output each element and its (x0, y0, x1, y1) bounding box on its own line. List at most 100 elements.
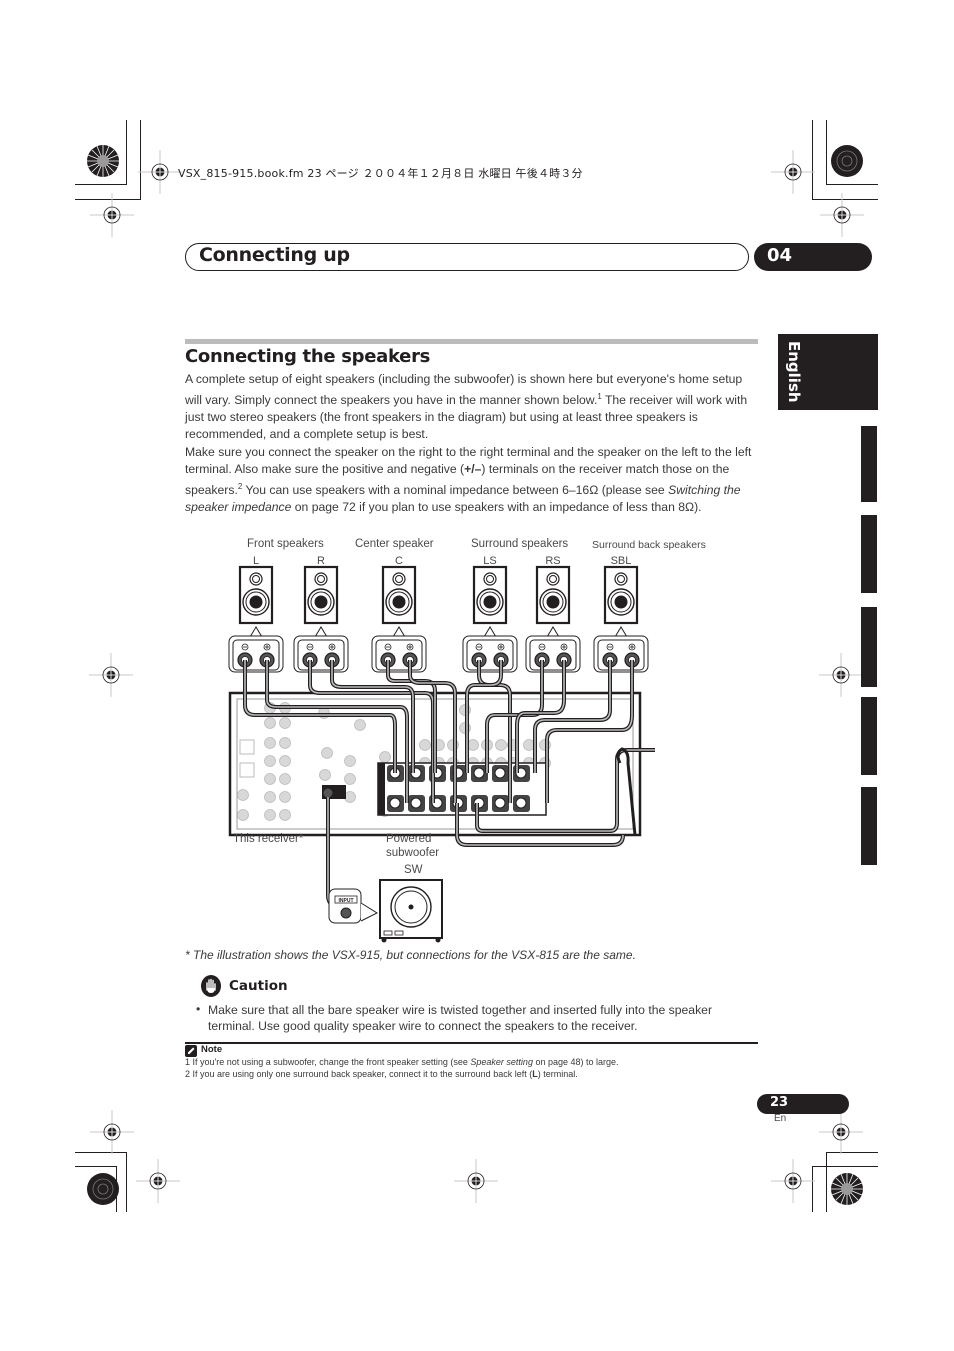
subwoofer-preout-jack (322, 787, 334, 799)
receiver-label: This receiver* (233, 833, 304, 845)
subwoofer-foot (381, 937, 387, 943)
callout-pointer (360, 902, 379, 922)
crop-mark (75, 1166, 117, 1167)
side-tab (861, 697, 877, 775)
receiver-speaker-terminal (389, 797, 401, 809)
footnote-1: 1 If you're not using a subwoofer, chang… (185, 1057, 619, 1067)
receiver-jack (264, 791, 276, 803)
registration-mark-icon (135, 1158, 181, 1204)
speaker-label: LS (483, 555, 496, 567)
crop-mark (75, 184, 127, 185)
registration-mark-icon (818, 1109, 864, 1155)
speakers-panel-label-strip (378, 763, 385, 815)
registration-mark-icon (818, 652, 864, 698)
receiver-speaker-terminal (515, 797, 527, 809)
file-info: VSX_815-915.book.fm 23 ページ ２００４年１２月８日 水曜… (178, 167, 583, 180)
receiver-jack (419, 739, 431, 751)
chapter-number: 04 (767, 245, 793, 266)
footnote-text: 1 If you're not using a subwoofer, chang… (185, 1057, 471, 1067)
receiver-jack (279, 737, 291, 749)
cross-reference: Speaker setting (470, 1057, 533, 1067)
receiver-jack (321, 747, 333, 759)
side-tab (861, 515, 877, 593)
footnote-2: 2 If you are using only one surround bac… (185, 1069, 578, 1079)
diagram-drawing: LRCLSRSSBLSBRINPUT (228, 555, 655, 943)
woofer-cone (483, 595, 497, 609)
side-tab (861, 787, 877, 865)
receiver-jack (279, 809, 291, 821)
circle-target-icon (87, 1173, 119, 1205)
registration-mark-icon (770, 149, 816, 195)
paragraph-text: You can use speakers with a nominal impe… (242, 483, 669, 498)
receiver-speaker-terminal (410, 797, 422, 809)
receiver-jack (344, 755, 356, 767)
star-target-icon (87, 145, 119, 177)
section-rule (185, 339, 758, 344)
speaker-label: SBL (611, 555, 632, 567)
registration-mark-icon (88, 652, 134, 698)
footnote-text: 2 If you are using only one surround bac… (185, 1069, 533, 1079)
optical-jack (239, 762, 255, 778)
illustration-note: * The illustration shows the VSX-915, bu… (185, 948, 636, 962)
crop-mark (826, 1152, 827, 1212)
speaker-label: RS (545, 555, 560, 567)
receiver-jack (264, 755, 276, 767)
receiver-jack (264, 717, 276, 729)
optical-jack (239, 739, 255, 755)
receiver-jack (279, 717, 291, 729)
hand-caution-icon (201, 975, 221, 997)
registration-mark-icon (453, 1158, 499, 1204)
subwoofer-input-label: INPUT (339, 898, 354, 904)
registration-mark-icon (770, 1158, 816, 1204)
registration-mark-icon (89, 192, 135, 238)
receiver-jack (467, 739, 479, 751)
receiver-speaker-terminal (494, 767, 506, 779)
receiver-jack (279, 791, 291, 803)
star-target-icon (831, 1173, 863, 1205)
crop-mark (812, 1166, 878, 1167)
page-number: 23 (770, 1095, 789, 1110)
woofer-cone (392, 595, 406, 609)
subwoofer-label: subwoofer (386, 847, 440, 859)
bullet: • (196, 1002, 201, 1016)
polarity-symbols: +/– (464, 462, 482, 476)
receiver-jack (354, 719, 366, 731)
subwoofer-driver-center (408, 904, 414, 910)
crop-mark (126, 1152, 127, 1212)
receiver-jack (264, 809, 276, 821)
receiver-jack (279, 773, 291, 785)
footnote-text: on page 48) to large. (532, 1057, 619, 1067)
registration-mark-icon (819, 192, 865, 238)
woofer-cone (614, 595, 628, 609)
receiver-jack (344, 773, 356, 785)
paragraph-text: on page 72 if you plan to use speakers w… (291, 500, 702, 515)
subwoofer-input-jack (340, 907, 352, 919)
note-label: Note (201, 1044, 223, 1055)
receiver-jack (279, 755, 291, 767)
crop-mark (826, 120, 827, 185)
receiver-jack (495, 739, 507, 751)
woofer-cone (249, 595, 263, 609)
note-rule (185, 1042, 758, 1044)
receiver-jack (264, 737, 276, 749)
side-tab (861, 426, 877, 502)
subwoofer-foot (435, 937, 441, 943)
page-language: En (774, 1113, 787, 1124)
receiver-jack (319, 769, 331, 781)
side-tab (861, 607, 877, 687)
section-title: Connecting the speakers (185, 346, 431, 367)
caution-label: Caution (229, 978, 288, 994)
chapter-title: Connecting up (199, 244, 350, 266)
crop-mark (126, 120, 127, 185)
receiver-jack (237, 789, 249, 801)
receiver-jack (344, 791, 356, 803)
subwoofer-code: SW (404, 864, 423, 876)
speaker-label: L (253, 555, 259, 567)
receiver-jack (523, 739, 535, 751)
registration-mark-icon (137, 149, 183, 195)
polarity-paragraph: Make sure you connect the speaker on the… (185, 444, 757, 516)
speaker-connection-diagram: Front speakers Center speaker Surround s… (225, 535, 706, 945)
receiver-jack (379, 751, 391, 763)
registration-mark-icon (89, 1109, 135, 1155)
pencil-note-icon (185, 1045, 197, 1057)
